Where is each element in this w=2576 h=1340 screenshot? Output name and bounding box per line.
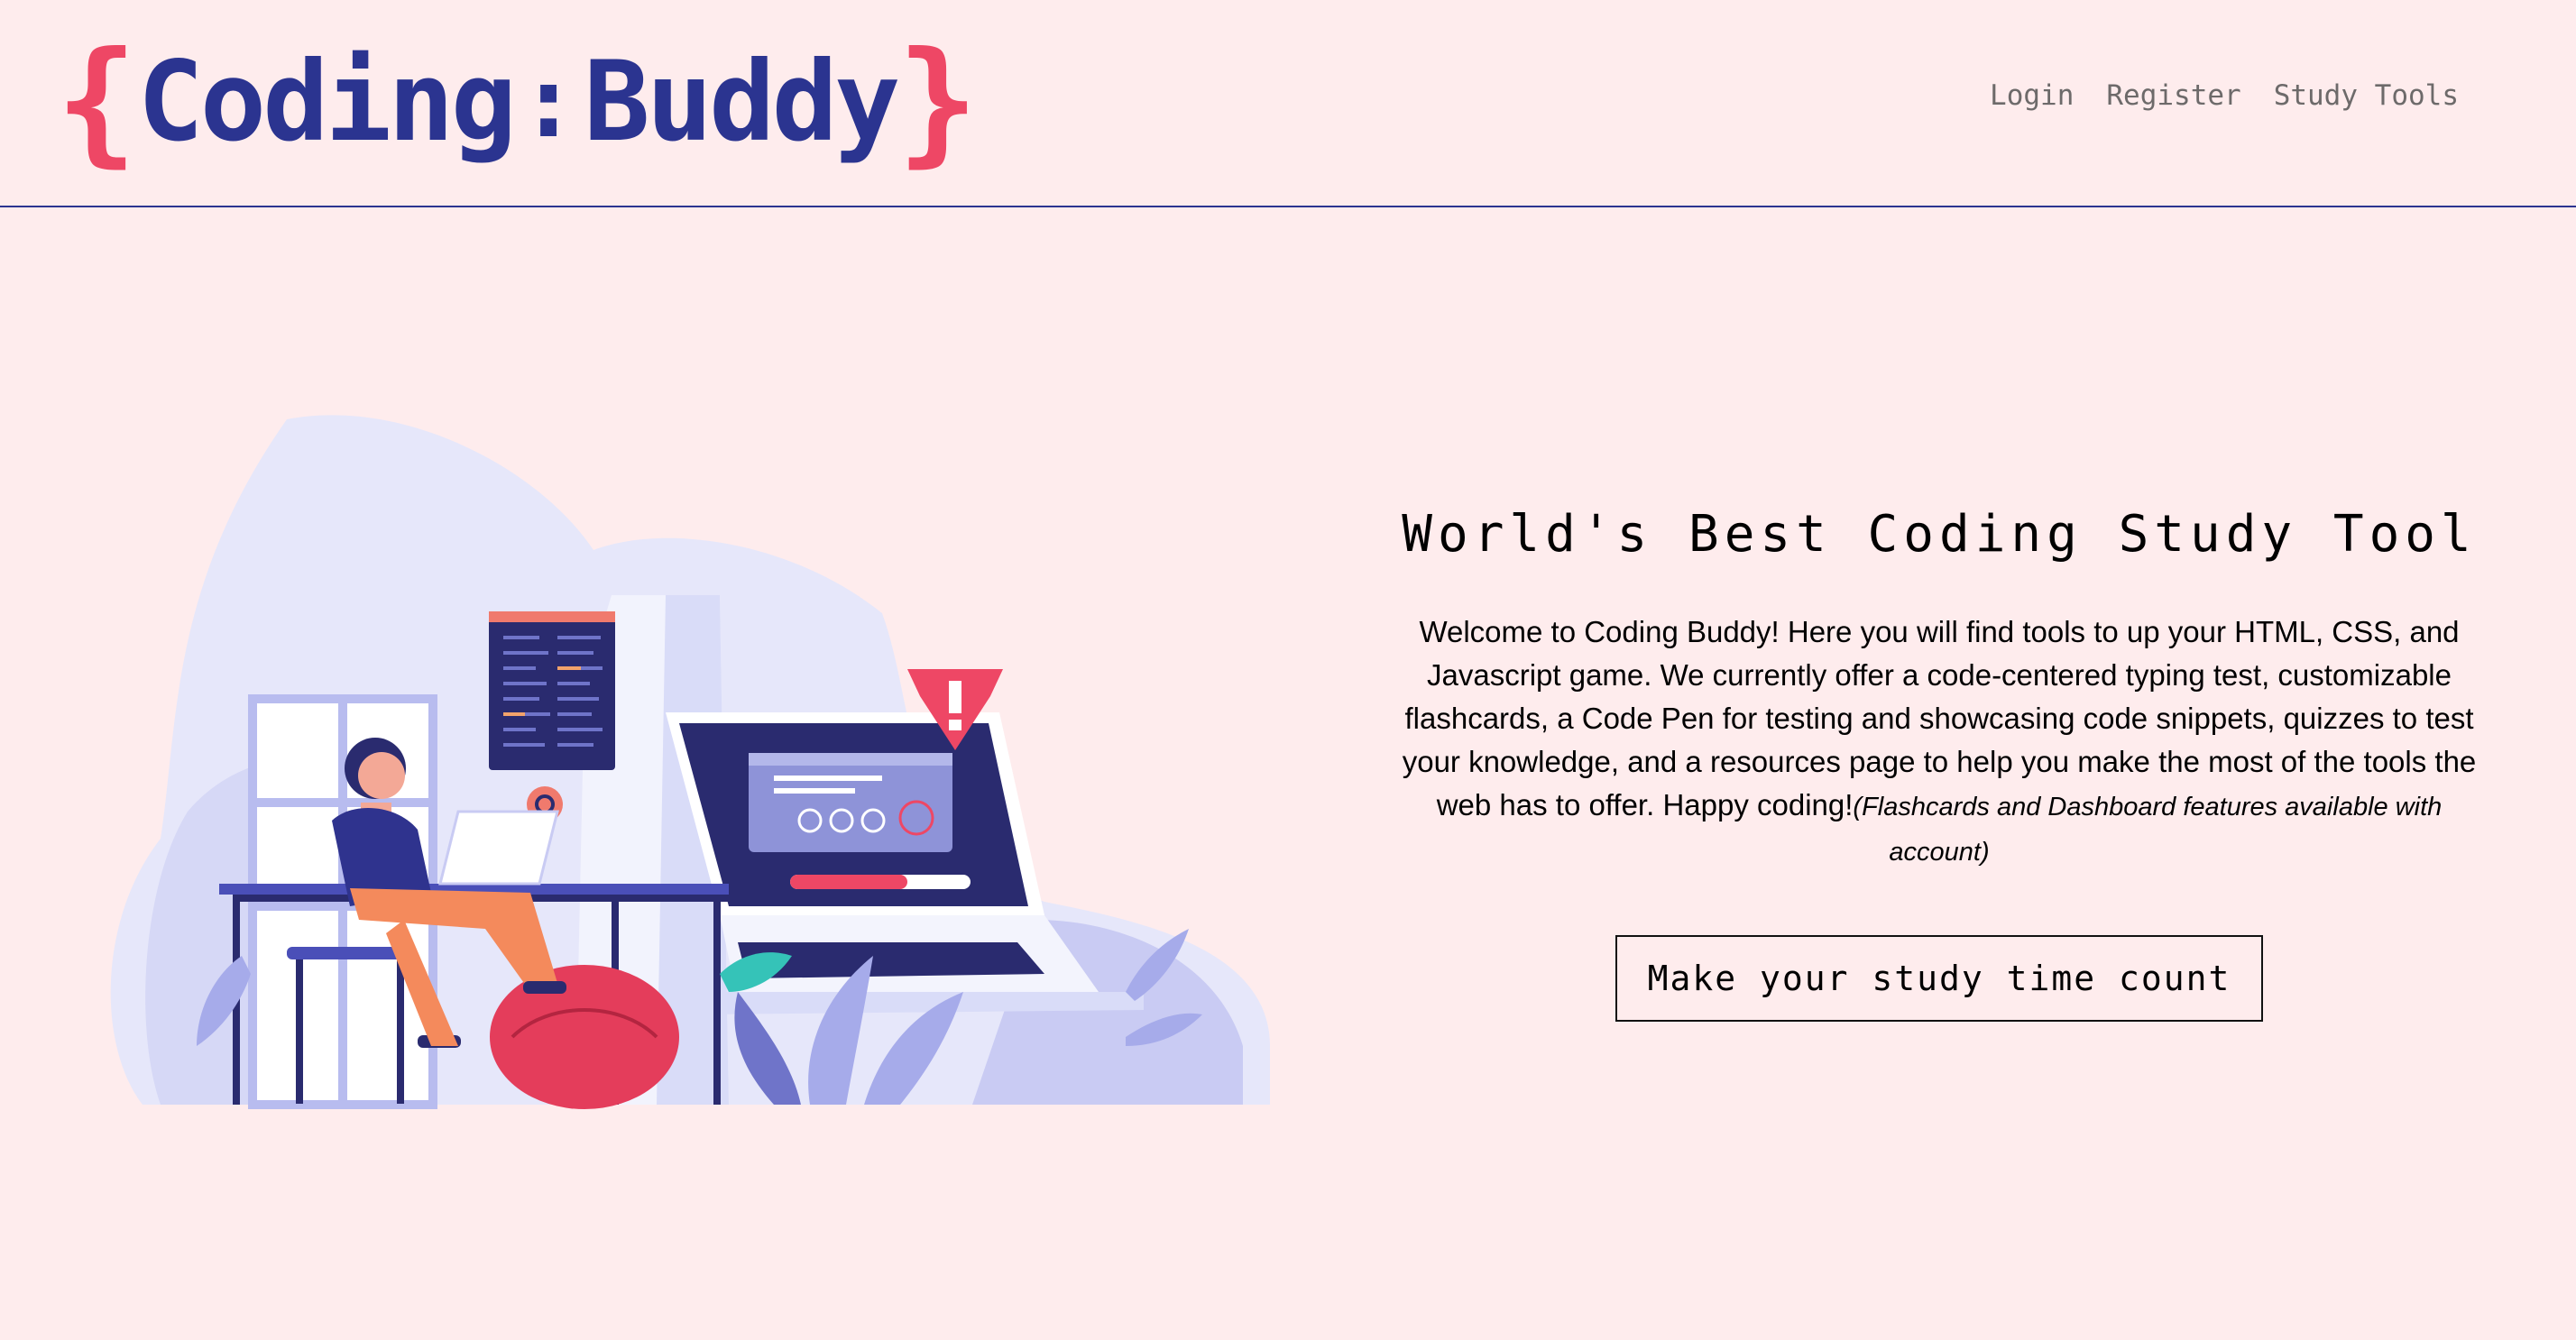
main-nav: Login Register Study Tools [1990,79,2459,112]
beanbag-illustration [490,965,679,1109]
page-title: World's Best Coding Study Tool [1402,505,2477,564]
coding-buddy-logo[interactable]: { Coding : Buddy } [56,34,979,170]
nav-register-link[interactable]: Register [2106,79,2240,112]
logo-open-brace: { [56,23,138,180]
nav-study-tools-link[interactable]: Study Tools [2274,79,2459,112]
site-header: { Coding : Buddy } Login Register Study … [0,0,2576,207]
logo-word-coding: Coding [137,38,517,166]
intro-text: Welcome to Coding Buddy! Here you will f… [1402,615,2477,821]
intro-paragraph: Welcome to Coding Buddy! Here you will f… [1389,610,2489,874]
logo-colon: : [519,44,579,160]
study-time-cta-button[interactable]: Make your study time count [1615,935,2264,1022]
small-laptop-illustration [438,810,559,886]
features-note: (Flashcards and Dashboard features avail… [1853,793,2443,867]
hero-content: World's Best Coding Study Tool Welcome t… [1389,505,2489,1022]
woman-coding-illustration [110,415,1270,1109]
nav-login-link[interactable]: Login [1990,79,2074,112]
logo-close-brace: } [897,23,979,180]
code-panel-illustration [489,611,615,770]
logo-word-buddy: Buddy [584,38,900,166]
